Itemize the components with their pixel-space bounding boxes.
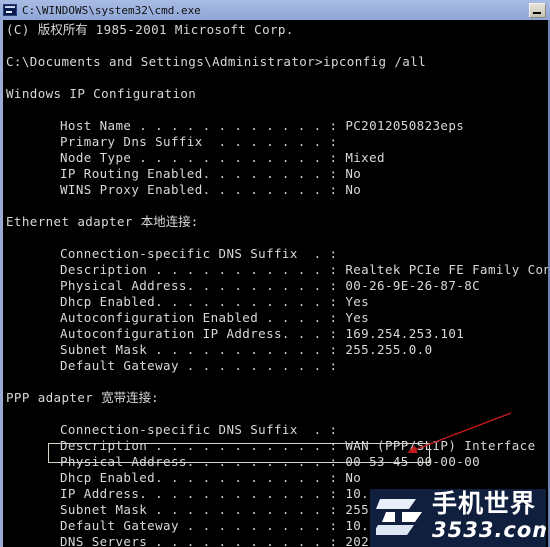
console-line: WINS Proxy Enabled. . . . . . . . : No: [60, 182, 362, 197]
console-line-segment: PPP adapter: [6, 390, 102, 405]
console-line: Default Gateway . . . . . . . . . :: [60, 358, 338, 373]
console-line-segment: Ethernet adapter: [6, 214, 141, 229]
console-line-segment: :: [190, 214, 199, 229]
site-watermark: 手机世界 3533.com: [370, 489, 546, 547]
console-line: Description . . . . . . . . . . . : Real…: [60, 262, 548, 277]
console-line: (C) 版权所有 1985-2001 Microsoft Corp.: [6, 22, 294, 38]
console-line-segment: :: [151, 390, 160, 405]
console-line-cjk-segment: 本地连接: [140, 214, 191, 229]
minimize-button[interactable]: [529, 2, 546, 18]
console-line-segment: Microsoft Windows XP [: [6, 20, 180, 21]
console-line-segment: 5.1.2600]: [205, 20, 284, 21]
watermark-site-name: 手机世界: [432, 489, 537, 518]
console-line: PPP adapter 宽带连接:: [6, 390, 159, 406]
console-line: IP Routing Enabled. . . . . . . . : No: [60, 166, 362, 181]
window-title: C:\WINDOWS\system32\cmd.exe: [22, 3, 201, 17]
console-line: Subnet Mask . . . . . . . . . . . : 255.…: [60, 342, 433, 357]
console-line-cjk-segment: 宽带连接: [101, 390, 152, 405]
console-line-segment: (C): [6, 22, 38, 37]
console-line: Physical Address. . . . . . . . . : 00-5…: [60, 454, 481, 469]
console-line-segment: 1985-2001 Microsoft Corp.: [87, 22, 294, 37]
console-line: Physical Address. . . . . . . . . : 00-2…: [60, 278, 481, 293]
console-line: Windows IP Configuration: [6, 86, 197, 101]
console-output-area[interactable]: Microsoft Windows XP [版本 5.1.2600](C) 版权…: [0, 20, 550, 547]
console-line: Host Name . . . . . . . . . . . . : PC20…: [60, 118, 465, 133]
console-line-cjk-segment: 版本: [180, 20, 205, 21]
minimize-icon: [533, 11, 541, 14]
console-line: Autoconfiguration IP Address. . . : 169.…: [60, 326, 465, 341]
cmd-window: C:\WINDOWS\system32\cmd.exe Microsoft Wi…: [0, 0, 550, 547]
console-line-cjk-segment: 版权所有: [37, 22, 88, 37]
console-line: Node Type . . . . . . . . . . . . : Mixe…: [60, 150, 385, 165]
watermark-logo-icon: [376, 499, 422, 535]
window-controls: [529, 1, 546, 19]
console-line: Description . . . . . . . . . . . : WAN …: [60, 438, 536, 453]
console-line: Ethernet adapter 本地连接:: [6, 214, 199, 230]
console-line: C:\Documents and Settings\Administrator>…: [6, 54, 427, 69]
console-line: Connection-specific DNS Suffix . :: [60, 422, 338, 437]
console-line: Dhcp Enabled. . . . . . . . . . . : No: [60, 470, 362, 485]
cmd-icon[interactable]: [3, 4, 17, 16]
console-line: Primary Dns Suffix . . . . . . . :: [60, 134, 338, 149]
console-line: Connection-specific DNS Suffix . :: [60, 246, 338, 261]
console-line: Dhcp Enabled. . . . . . . . . . . : Yes: [60, 294, 370, 309]
console-line: Autoconfiguration Enabled . . . . : Yes: [60, 310, 370, 325]
console-text-container: Microsoft Windows XP [版本 5.1.2600](C) 版权…: [3, 20, 548, 547]
window-titlebar[interactable]: C:\WINDOWS\system32\cmd.exe: [0, 0, 550, 20]
watermark-site-url: 3533.com: [432, 518, 546, 542]
